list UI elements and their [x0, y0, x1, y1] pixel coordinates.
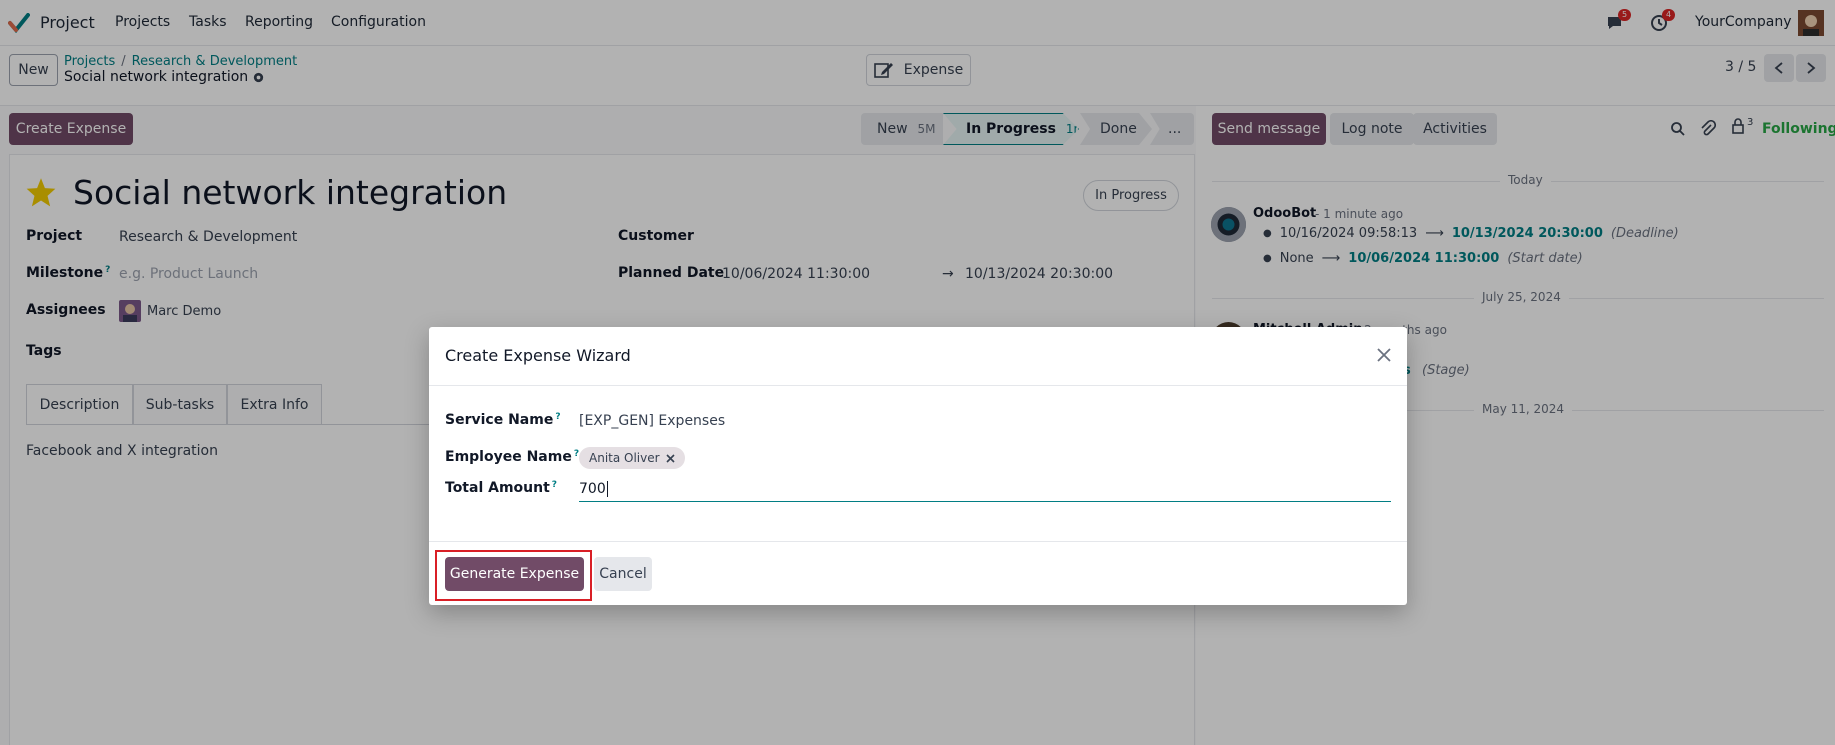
total-amount-value: 700 — [579, 481, 606, 497]
create-expense-dialog: Create Expense Wizard Service Name? [EXP… — [429, 327, 1407, 605]
service-name-label: Service Name? — [445, 412, 561, 428]
close-icon[interactable] — [1376, 347, 1392, 363]
total-amount-input[interactable]: 700 — [579, 477, 1391, 502]
service-name-label-text: Service Name — [445, 412, 554, 428]
employee-name-label-text: Employee Name — [445, 449, 572, 465]
service-name-field[interactable]: [EXP_GEN] Expenses — [579, 413, 725, 429]
text-cursor — [606, 481, 608, 497]
total-amount-label-text: Total Amount — [445, 480, 550, 496]
employee-name-label: Employee Name? — [445, 449, 579, 465]
total-amount-label: Total Amount? — [445, 480, 557, 496]
amount-help-icon[interactable]: ? — [552, 480, 557, 490]
dialog-footer-divider — [429, 541, 1407, 542]
generate-expense-button[interactable]: Generate Expense — [445, 557, 584, 591]
employee-tag[interactable]: Anita Oliver — [579, 447, 685, 469]
employee-tag-label: Anita Oliver — [589, 451, 660, 465]
cancel-button[interactable]: Cancel — [594, 557, 652, 591]
service-help-icon[interactable]: ? — [555, 412, 560, 422]
dialog-header-divider — [429, 385, 1407, 386]
dialog-title: Create Expense Wizard — [445, 346, 631, 365]
tag-remove-icon[interactable] — [665, 453, 675, 463]
